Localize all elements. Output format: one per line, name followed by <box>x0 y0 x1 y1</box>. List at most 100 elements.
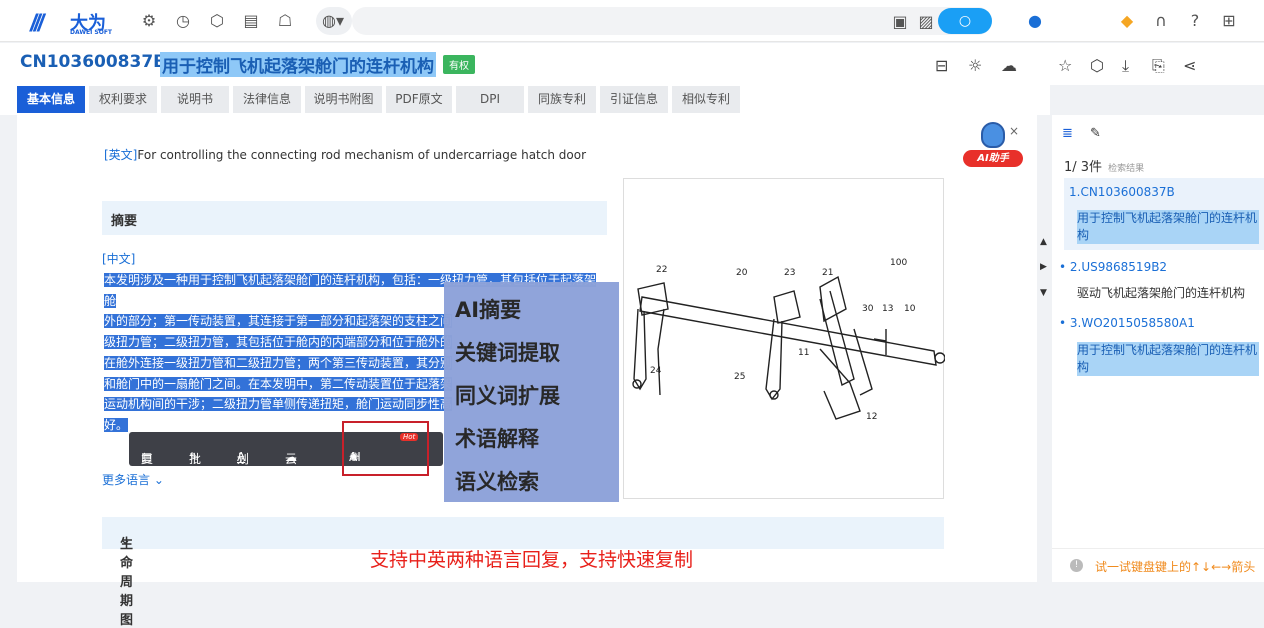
document-icon[interactable]: ▤ <box>241 11 261 31</box>
figure-label: 11 <box>798 348 809 358</box>
abstract-line: 好。 <box>104 417 129 432</box>
underline-label: 划线 <box>237 452 250 483</box>
info-icon: ! <box>1070 559 1083 572</box>
globe-icon: ◍▾ <box>322 11 344 30</box>
tab-legal[interactable]: 法律信息 <box>233 86 301 113</box>
figure-label: 10 <box>904 304 916 314</box>
caption-text: 支持中英两种语言回复，支持快速复制 <box>370 549 694 571</box>
figure-label: 100 <box>890 258 907 268</box>
scroll-bottom-icon[interactable]: ▼ <box>1040 288 1047 298</box>
figure-label: 23 <box>784 268 795 278</box>
help-icon[interactable]: ? <box>1185 11 1205 31</box>
split-view-icon[interactable]: ⊟ <box>935 56 948 75</box>
vip-diamond-icon[interactable]: ◆ <box>1117 11 1137 31</box>
share-icon[interactable]: ⋖ <box>1183 56 1196 75</box>
user-avatar-icon[interactable]: ● <box>1025 11 1045 31</box>
patent-title: 用于控制飞机起落架舱门的连杆机构 <box>160 52 436 77</box>
save-icon[interactable]: ▣ <box>890 12 910 32</box>
menu-item-keyword-extraction[interactable]: 关键词提取 <box>455 337 560 367</box>
language-selector[interactable]: ◍▾ <box>316 7 352 35</box>
menu-item-term-explanation[interactable]: 术语解释 <box>455 423 539 453</box>
abstract-line: 外的部分；第一传动装置，其连接于第一部分和起落架的支柱之间 <box>104 314 453 329</box>
cloud-icon[interactable]: ☁ <box>1001 56 1017 75</box>
menu-item-ai-summary[interactable]: AI摘要 <box>455 294 521 324</box>
abstract-heading: 摘要 <box>111 214 138 229</box>
history-icon[interactable]: ◷ <box>173 11 193 31</box>
search-settings-icon[interactable]: ⚙ <box>139 11 159 31</box>
menu-item-semantic-search[interactable]: 语义检索 <box>455 466 539 496</box>
tab-drawings[interactable]: 说明书附图 <box>305 86 382 113</box>
export-icon[interactable]: ⎘ <box>1152 56 1165 76</box>
figure-label: 22 <box>656 265 667 275</box>
result-count: 1/ 3件 检索结果 <box>1064 156 1144 175</box>
result-title[interactable]: 用于控制飞机起落架舱门的连杆机构 <box>1077 210 1259 244</box>
abstract-line: 和舱门中的一扇舱门之间。在本发明中，第二传动装置位于起落架 <box>104 376 453 391</box>
close-icon[interactable]: × <box>1009 124 1019 138</box>
magnifier-icon: ○ <box>958 13 972 29</box>
box-icon[interactable]: ⬡ <box>1090 56 1104 75</box>
tab-similar[interactable]: 相似专利 <box>672 86 740 113</box>
abstract-line: 运动机构间的干涉；二级扭力管单侧传递扭矩，舱门运动同步性高 <box>104 397 453 412</box>
keyboard-hint: ! 试一试键盘键上的↑↓←→箭头 <box>1052 548 1264 582</box>
result-number[interactable]: 1.CN103600837B <box>1069 185 1175 199</box>
result-number-text: 3.WO2015058580A1 <box>1069 316 1195 330</box>
download-icon[interactable]: ⤓ <box>1122 56 1129 76</box>
tab-description[interactable]: 说明书 <box>161 86 229 113</box>
abstract-line: 级扭力管；二级扭力管，其包括位于舱内的内端部分和位于舱外的 <box>104 335 453 350</box>
ai-helper-widget[interactable]: × AI助手 <box>963 122 1023 170</box>
result-number-text: 2.US9868519B2 <box>1069 260 1168 274</box>
english-tag: [英文] <box>104 148 138 162</box>
tab-citations[interactable]: 引证信息 <box>600 86 668 113</box>
figure-label: 25 <box>734 372 745 382</box>
figure-label: 24 <box>650 366 662 376</box>
chinese-tag: [中文] <box>102 252 136 266</box>
apps-grid-icon[interactable]: ⊞ <box>1219 11 1239 31</box>
more-languages-label: 更多语言 <box>102 473 151 487</box>
tab-basic-info[interactable]: 基本信息 <box>17 86 85 113</box>
headset-icon[interactable]: ∩ <box>1151 11 1171 31</box>
cube-icon[interactable]: ⬡ <box>207 11 227 31</box>
result-number[interactable]: • 3.WO2015058580A1 <box>1059 316 1195 330</box>
figure-label: 20 <box>736 268 748 278</box>
result-number[interactable]: • 2.US9868519B2 <box>1059 260 1167 274</box>
ai-robot-icon <box>981 122 1005 148</box>
status-badge: 有权 <box>443 55 475 74</box>
result-title[interactable]: 用于控制飞机起落架舱门的连杆机构 <box>1077 342 1259 376</box>
expand-arrow-icon[interactable]: ▶ <box>1040 262 1047 272</box>
edit-icon[interactable]: ✎ <box>1090 126 1101 141</box>
tab-claims[interactable]: 权利要求 <box>89 86 157 113</box>
tab-pdf[interactable]: PDF原文 <box>386 86 452 113</box>
more-languages-link[interactable]: 更多语言 ⌄ <box>102 471 164 488</box>
abstract-heading-bar: 摘要 <box>102 201 607 235</box>
abstract-line: 在舱外连接一级扭力管和二级扭力管；两个第三传动装置，其分别 <box>104 355 453 370</box>
figure-label: 13 <box>882 304 893 314</box>
logo-mark-icon: /// <box>30 10 44 37</box>
english-title: [英文]For controlling the connecting rod m… <box>104 146 586 163</box>
result-count-label: 检索结果 <box>1108 164 1145 174</box>
cloud-note-label: 云笔记 <box>285 452 298 500</box>
image-search-icon[interactable]: ▨ <box>916 12 936 32</box>
patent-drawing[interactable]: 22 20 23 21 100 30 13 10 11 24 25 12 <box>623 178 946 499</box>
ai-popup-menu: AI摘要 关键词提取 同义词扩展 术语解释 语义检索 <box>444 282 619 502</box>
lightbulb-icon[interactable]: ☼ <box>968 56 982 75</box>
search-button[interactable]: ○ <box>938 8 992 34</box>
scroll-top-icon[interactable]: ▲ <box>1040 237 1047 247</box>
menu-item-synonym-expansion[interactable]: 同义词扩展 <box>455 380 560 410</box>
favorite-star-icon[interactable]: ☆ <box>1058 56 1072 75</box>
tab-family[interactable]: 同族专利 <box>528 86 596 113</box>
figure-label: 21 <box>822 268 833 278</box>
highlight-box <box>342 421 429 476</box>
result-count-value: 1/ 3件 <box>1064 160 1103 175</box>
tab-dpi[interactable]: DPI <box>456 86 524 113</box>
english-title-text: For controlling the connecting rod mecha… <box>137 148 587 162</box>
logo-sub: DAWEI SOFT <box>70 29 113 36</box>
dawei-logo[interactable]: /// 大为 DAWEI SOFT <box>30 8 114 37</box>
patent-number: CN103600837B <box>20 52 167 72</box>
chevron-down-icon: ⌄ <box>120 533 131 548</box>
robot-icon[interactable]: ☖ <box>275 11 295 31</box>
result-title[interactable]: 驱动飞机起落架舱门的连杆机构 <box>1077 285 1259 302</box>
hint-text: 试一试键盘键上的↑↓←→箭头 <box>1095 560 1256 574</box>
chevron-down-icon: ⌄ <box>153 473 164 487</box>
list-icon[interactable]: ≣ <box>1062 126 1073 141</box>
annotate-label: 批注 <box>189 452 202 483</box>
